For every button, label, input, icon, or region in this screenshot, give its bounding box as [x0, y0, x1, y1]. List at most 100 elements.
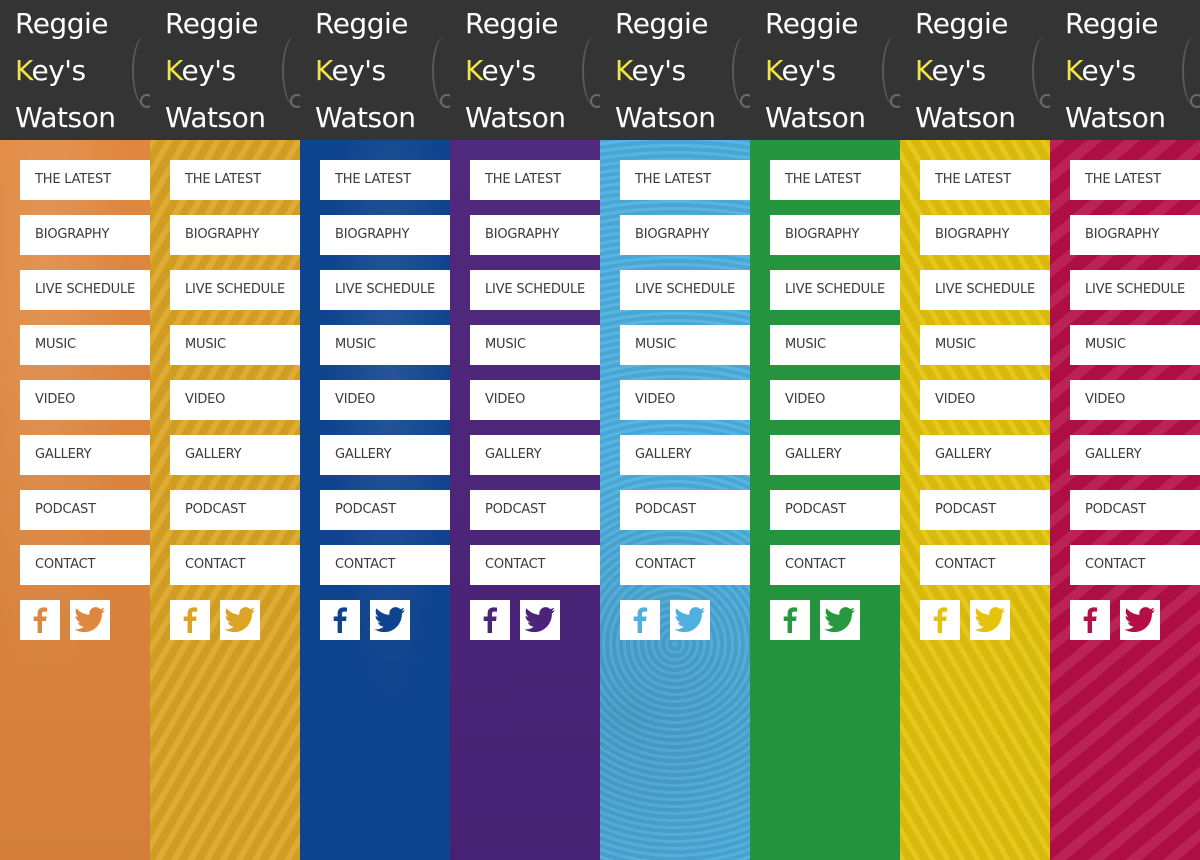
facebook-button[interactable] — [170, 600, 210, 640]
facebook-button[interactable] — [620, 600, 660, 640]
nav-item-the-latest[interactable]: THE LATEST — [320, 160, 450, 200]
nav-item-contact[interactable]: CONTACT — [320, 545, 450, 585]
nav-item-the-latest[interactable]: THE LATEST — [170, 160, 300, 200]
nav-item-gallery[interactable]: GALLERY — [920, 435, 1050, 475]
logo-line-first-name[interactable]: Reggie — [765, 9, 858, 39]
nav-item-live-schedule[interactable]: LIVE SCHEDULE — [470, 270, 600, 310]
logo-line-last-name[interactable]: Watson — [465, 103, 566, 133]
nav-item-video[interactable]: VIDEO — [770, 380, 900, 420]
nav-item-contact[interactable]: CONTACT — [920, 545, 1050, 585]
nav-item-video[interactable]: VIDEO — [620, 380, 750, 420]
logo-line-middle-name[interactable]: Key's — [15, 56, 86, 86]
nav-item-biography[interactable]: BIOGRAPHY — [20, 215, 150, 255]
nav-item-podcast[interactable]: PODCAST — [170, 490, 300, 530]
nav-item-contact[interactable]: CONTACT — [1070, 545, 1200, 585]
nav-item-music[interactable]: MUSIC — [320, 325, 450, 365]
nav-item-live-schedule[interactable]: LIVE SCHEDULE — [920, 270, 1050, 310]
twitter-button[interactable] — [820, 600, 860, 640]
logo-line-last-name[interactable]: Watson — [615, 103, 716, 133]
nav-item-live-schedule[interactable]: LIVE SCHEDULE — [320, 270, 450, 310]
nav-item-contact[interactable]: CONTACT — [170, 545, 300, 585]
facebook-button[interactable] — [1070, 600, 1110, 640]
nav-item-live-schedule[interactable]: LIVE SCHEDULE — [20, 270, 150, 310]
nav-item-biography[interactable]: BIOGRAPHY — [170, 215, 300, 255]
nav-item-video[interactable]: VIDEO — [320, 380, 450, 420]
facebook-button[interactable] — [770, 600, 810, 640]
facebook-button[interactable] — [20, 600, 60, 640]
facebook-button[interactable] — [470, 600, 510, 640]
nav-item-the-latest[interactable]: THE LATEST — [920, 160, 1050, 200]
logo-line-middle-name[interactable]: Key's — [615, 56, 686, 86]
nav-item-contact[interactable]: CONTACT — [470, 545, 600, 585]
logo-line-middle-name[interactable]: Key's — [315, 56, 386, 86]
nav-item-music[interactable]: MUSIC — [170, 325, 300, 365]
logo-line-middle-name[interactable]: Key's — [465, 56, 536, 86]
nav-item-video[interactable]: VIDEO — [470, 380, 600, 420]
logo-line-first-name[interactable]: Reggie — [915, 9, 1008, 39]
nav-item-biography[interactable]: BIOGRAPHY — [920, 215, 1050, 255]
nav-item-podcast[interactable]: PODCAST — [770, 490, 900, 530]
twitter-button[interactable] — [220, 600, 260, 640]
nav-item-biography[interactable]: BIOGRAPHY — [470, 215, 600, 255]
nav-item-video[interactable]: VIDEO — [1070, 380, 1200, 420]
twitter-button[interactable] — [370, 600, 410, 640]
nav-item-music[interactable]: MUSIC — [470, 325, 600, 365]
logo-line-middle-name[interactable]: Key's — [765, 56, 836, 86]
logo-line-first-name[interactable]: Reggie — [165, 9, 258, 39]
nav-item-music[interactable]: MUSIC — [920, 325, 1050, 365]
nav-item-live-schedule[interactable]: LIVE SCHEDULE — [770, 270, 900, 310]
nav-item-video[interactable]: VIDEO — [20, 380, 150, 420]
nav-item-the-latest[interactable]: THE LATEST — [20, 160, 150, 200]
nav-item-music[interactable]: MUSIC — [1070, 325, 1200, 365]
facebook-button[interactable] — [320, 600, 360, 640]
nav-item-music[interactable]: MUSIC — [770, 325, 900, 365]
nav-item-podcast[interactable]: PODCAST — [1070, 490, 1200, 530]
twitter-button[interactable] — [1120, 600, 1160, 640]
logo-line-first-name[interactable]: Reggie — [315, 9, 408, 39]
nav-item-gallery[interactable]: GALLERY — [1070, 435, 1200, 475]
nav-item-gallery[interactable]: GALLERY — [320, 435, 450, 475]
logo-line-first-name[interactable]: Reggie — [1065, 9, 1158, 39]
nav-item-contact[interactable]: CONTACT — [20, 545, 150, 585]
logo-line-last-name[interactable]: Watson — [765, 103, 866, 133]
nav-item-contact[interactable]: CONTACT — [620, 545, 750, 585]
nav-item-the-latest[interactable]: THE LATEST — [770, 160, 900, 200]
nav-item-gallery[interactable]: GALLERY — [470, 435, 600, 475]
nav-item-the-latest[interactable]: THE LATEST — [1070, 160, 1200, 200]
nav-item-music[interactable]: MUSIC — [20, 325, 150, 365]
nav-item-video[interactable]: VIDEO — [170, 380, 300, 420]
twitter-button[interactable] — [70, 600, 110, 640]
nav-item-podcast[interactable]: PODCAST — [320, 490, 450, 530]
nav-item-gallery[interactable]: GALLERY — [620, 435, 750, 475]
facebook-button[interactable] — [920, 600, 960, 640]
logo-line-last-name[interactable]: Watson — [315, 103, 416, 133]
nav-item-podcast[interactable]: PODCAST — [920, 490, 1050, 530]
nav-item-live-schedule[interactable]: LIVE SCHEDULE — [170, 270, 300, 310]
nav-item-biography[interactable]: BIOGRAPHY — [320, 215, 450, 255]
nav-item-live-schedule[interactable]: LIVE SCHEDULE — [1070, 270, 1200, 310]
nav-item-contact[interactable]: CONTACT — [770, 545, 900, 585]
nav-item-music[interactable]: MUSIC — [620, 325, 750, 365]
logo-line-middle-name[interactable]: Key's — [1065, 56, 1136, 86]
twitter-button[interactable] — [520, 600, 560, 640]
nav-item-the-latest[interactable]: THE LATEST — [470, 160, 600, 200]
twitter-button[interactable] — [670, 600, 710, 640]
logo-line-middle-name[interactable]: Key's — [915, 56, 986, 86]
logo-line-first-name[interactable]: Reggie — [15, 9, 108, 39]
logo-line-middle-name[interactable]: Key's — [165, 56, 236, 86]
logo-line-first-name[interactable]: Reggie — [465, 9, 558, 39]
logo-line-first-name[interactable]: Reggie — [615, 9, 708, 39]
nav-item-podcast[interactable]: PODCAST — [620, 490, 750, 530]
logo-line-last-name[interactable]: Watson — [165, 103, 266, 133]
nav-item-video[interactable]: VIDEO — [920, 380, 1050, 420]
nav-item-biography[interactable]: BIOGRAPHY — [1070, 215, 1200, 255]
nav-item-gallery[interactable]: GALLERY — [170, 435, 300, 475]
nav-item-live-schedule[interactable]: LIVE SCHEDULE — [620, 270, 750, 310]
nav-item-podcast[interactable]: PODCAST — [470, 490, 600, 530]
logo-line-last-name[interactable]: Watson — [915, 103, 1016, 133]
nav-item-gallery[interactable]: GALLERY — [770, 435, 900, 475]
nav-item-gallery[interactable]: GALLERY — [20, 435, 150, 475]
logo-line-last-name[interactable]: Watson — [1065, 103, 1166, 133]
nav-item-biography[interactable]: BIOGRAPHY — [620, 215, 750, 255]
twitter-button[interactable] — [970, 600, 1010, 640]
